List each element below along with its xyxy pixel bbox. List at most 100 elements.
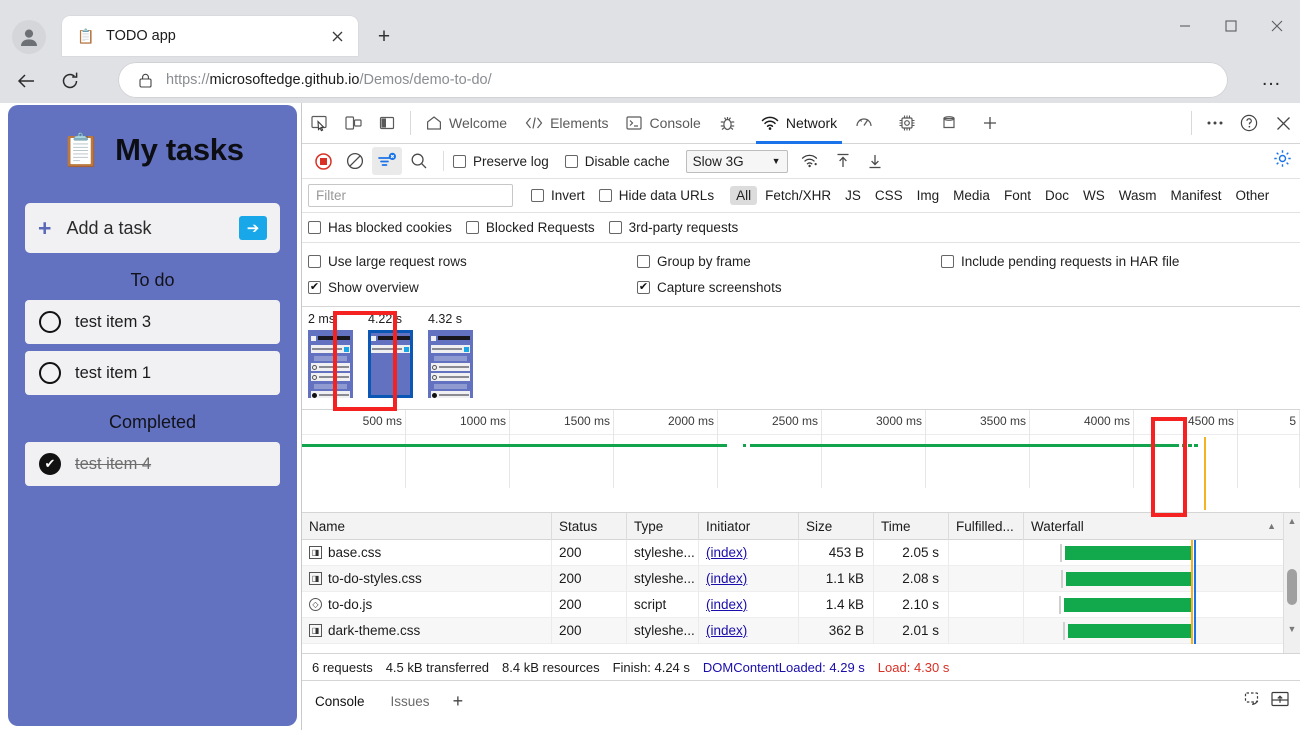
add-panel-icon[interactable] bbox=[973, 103, 1007, 144]
type-filter-doc[interactable]: Doc bbox=[1039, 186, 1075, 205]
filmstrip-frame-selected[interactable]: 4.22 s bbox=[366, 307, 424, 398]
import-har-icon[interactable] bbox=[828, 147, 858, 175]
inspect-icon[interactable] bbox=[302, 103, 336, 144]
address-bar[interactable]: https://microsoftedge.github.io/Demos/de… bbox=[118, 62, 1228, 98]
dock-side-icon[interactable] bbox=[370, 103, 404, 144]
browser-more-icon[interactable]: … bbox=[1261, 68, 1282, 91]
column-header-type[interactable]: Type bbox=[627, 513, 699, 540]
type-filter-manifest[interactable]: Manifest bbox=[1164, 186, 1227, 205]
drawer-toggle-icon[interactable] bbox=[1270, 690, 1290, 713]
network-overview[interactable]: 500 ms 1000 ms 1500 ms 2000 ms 2500 ms 3… bbox=[302, 410, 1300, 513]
disable-cache-checkbox[interactable]: Disable cache bbox=[565, 154, 670, 169]
export-har-icon[interactable] bbox=[860, 147, 890, 175]
type-filter-fetch-xhr[interactable]: Fetch/XHR bbox=[759, 186, 837, 205]
column-header-name[interactable]: Name bbox=[302, 513, 552, 540]
initiator-link[interactable]: (index) bbox=[706, 623, 747, 638]
tab-network[interactable]: Network bbox=[752, 103, 846, 144]
tab-application[interactable] bbox=[932, 103, 973, 144]
column-header-status[interactable]: Status bbox=[552, 513, 627, 540]
type-filter-wasm[interactable]: Wasm bbox=[1113, 186, 1163, 205]
invert-checkbox[interactable]: Invert bbox=[531, 188, 585, 203]
type-filter-all[interactable]: All bbox=[730, 186, 757, 205]
scroll-up-icon[interactable]: ▲ bbox=[1284, 513, 1300, 529]
include-pending-har-checkbox[interactable]: Include pending requests in HAR file bbox=[941, 254, 1179, 269]
back-icon[interactable] bbox=[8, 63, 44, 99]
column-header-waterfall[interactable]: Waterfall ▲ bbox=[1024, 513, 1300, 540]
table-row[interactable]: ◨dark-theme.css 200 styleshe... (index) … bbox=[302, 618, 1300, 644]
record-icon[interactable] bbox=[308, 147, 338, 175]
initiator-link[interactable]: (index) bbox=[706, 571, 747, 586]
cell-initiator[interactable]: (index) bbox=[699, 592, 799, 618]
table-scrollbar[interactable]: ▲ ▼ bbox=[1283, 513, 1300, 653]
clear-icon[interactable] bbox=[340, 147, 370, 175]
throttling-select[interactable]: Slow 3G ▼ bbox=[686, 150, 788, 173]
tab-performance[interactable] bbox=[846, 103, 889, 144]
scrollbar-thumb[interactable] bbox=[1287, 569, 1297, 605]
new-tab-button[interactable]: + bbox=[368, 22, 400, 52]
has-blocked-cookies-checkbox[interactable]: Has blocked cookies bbox=[308, 220, 452, 235]
type-filter-css[interactable]: CSS bbox=[869, 186, 909, 205]
capture-screenshots-checkbox[interactable]: ✔ Capture screenshots bbox=[637, 280, 782, 295]
tab-memory[interactable] bbox=[889, 103, 932, 144]
tab-debugger[interactable] bbox=[710, 103, 752, 144]
live-expression-icon[interactable] bbox=[1244, 690, 1264, 713]
third-party-requests-checkbox[interactable]: 3rd-party requests bbox=[609, 220, 739, 235]
frame-thumbnail[interactable] bbox=[428, 330, 473, 398]
preserve-log-checkbox[interactable]: Preserve log bbox=[453, 154, 549, 169]
filmstrip-frame[interactable]: 4.32 s bbox=[426, 307, 484, 398]
type-filter-img[interactable]: Img bbox=[911, 186, 946, 205]
task-checkbox-icon[interactable] bbox=[39, 311, 61, 333]
drawer-tab-issues[interactable]: Issues bbox=[378, 681, 443, 721]
column-header-size[interactable]: Size bbox=[799, 513, 874, 540]
type-filter-font[interactable]: Font bbox=[998, 186, 1037, 205]
list-item[interactable]: test item 3 bbox=[25, 300, 280, 344]
help-icon[interactable] bbox=[1232, 103, 1266, 144]
use-large-request-rows-checkbox[interactable]: Use large request rows bbox=[308, 254, 623, 269]
filter-input[interactable]: Filter bbox=[308, 184, 513, 207]
group-by-frame-checkbox[interactable]: Group by frame bbox=[637, 254, 927, 269]
scroll-down-icon[interactable]: ▼ bbox=[1284, 621, 1300, 637]
cell-initiator[interactable]: (index) bbox=[699, 540, 799, 566]
list-item[interactable]: ✔ test item 4 bbox=[25, 442, 280, 486]
column-header-initiator[interactable]: Initiator bbox=[699, 513, 799, 540]
close-icon[interactable] bbox=[324, 23, 350, 49]
filter-icon[interactable] bbox=[372, 147, 402, 175]
more-icon[interactable] bbox=[1198, 103, 1232, 144]
column-header-time[interactable]: Time bbox=[874, 513, 949, 540]
avatar[interactable] bbox=[12, 20, 46, 54]
drawer-tab-console[interactable]: Console bbox=[302, 681, 378, 721]
type-filter-ws[interactable]: WS bbox=[1077, 186, 1111, 205]
gear-icon[interactable] bbox=[1273, 149, 1292, 173]
list-item[interactable]: test item 1 bbox=[25, 351, 280, 395]
reload-icon[interactable] bbox=[52, 63, 88, 99]
table-row[interactable]: ◇to-do.js 200 script (index) 1.4 kB 2.10… bbox=[302, 592, 1300, 618]
search-icon[interactable] bbox=[404, 147, 434, 175]
initiator-link[interactable]: (index) bbox=[706, 597, 747, 612]
column-header-fulfilled[interactable]: Fulfilled... bbox=[949, 513, 1024, 540]
maximize-icon[interactable] bbox=[1208, 0, 1254, 52]
type-filter-media[interactable]: Media bbox=[947, 186, 996, 205]
table-row[interactable]: ◨base.css 200 styleshe... (index) 453 B … bbox=[302, 540, 1300, 566]
drawer-add-tab-icon[interactable]: + bbox=[443, 691, 474, 712]
cell-initiator[interactable]: (index) bbox=[699, 566, 799, 592]
tab-elements[interactable]: Elements bbox=[516, 103, 617, 144]
close-icon[interactable] bbox=[1266, 103, 1300, 144]
window-close-icon[interactable] bbox=[1254, 0, 1300, 52]
task-checkbox-icon[interactable] bbox=[39, 362, 61, 384]
tab-console[interactable]: Console bbox=[617, 103, 709, 144]
filmstrip-frame[interactable]: 2 ms bbox=[306, 307, 364, 398]
minimize-icon[interactable] bbox=[1162, 0, 1208, 52]
device-toolbar-icon[interactable] bbox=[336, 103, 370, 144]
hide-data-urls-checkbox[interactable]: Hide data URLs bbox=[599, 188, 714, 203]
task-checkbox-checked-icon[interactable]: ✔ bbox=[39, 453, 61, 475]
table-row[interactable]: ◨to-do-styles.css 200 styleshe... (index… bbox=[302, 566, 1300, 592]
network-conditions-icon[interactable] bbox=[796, 147, 826, 175]
cell-initiator[interactable]: (index) bbox=[699, 618, 799, 644]
submit-arrow-icon[interactable]: ➔ bbox=[239, 216, 267, 240]
add-task-input[interactable]: + Add a task ➔ bbox=[25, 203, 280, 253]
type-filter-other[interactable]: Other bbox=[1230, 186, 1276, 205]
type-filter-js[interactable]: JS bbox=[839, 186, 867, 205]
frame-thumbnail[interactable] bbox=[368, 330, 413, 398]
tab-welcome[interactable]: Welcome bbox=[417, 103, 516, 144]
initiator-link[interactable]: (index) bbox=[706, 545, 747, 560]
